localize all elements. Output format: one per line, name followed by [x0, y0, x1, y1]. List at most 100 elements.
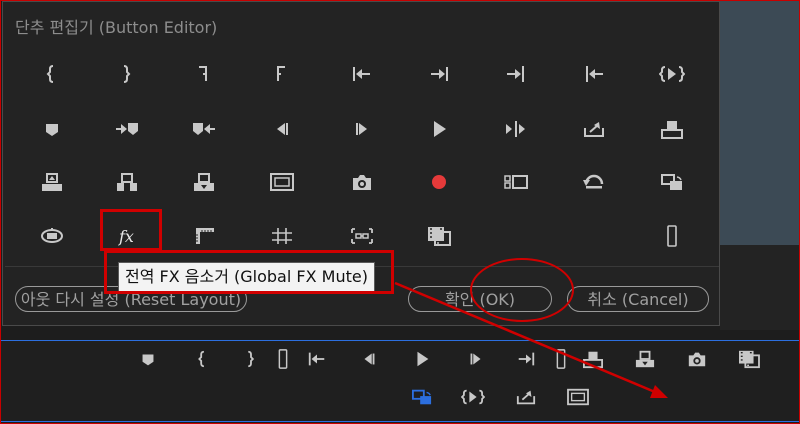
ok-button[interactable]: 확인 (OK) — [408, 286, 552, 312]
dialog-title: 단추 편집기 (Button Editor) — [15, 18, 218, 37]
editor-button-mark-in[interactable] — [32, 54, 72, 94]
editor-button-add-marker[interactable] — [32, 109, 72, 149]
go-to-out-icon — [518, 352, 535, 366]
cancel-button[interactable]: 취소 (Cancel) — [567, 286, 709, 312]
transport-button-step-forward[interactable] — [461, 345, 491, 373]
go-to-in-icon — [353, 67, 370, 81]
transport-button-export-frame-out[interactable] — [511, 383, 541, 411]
editor-button-vr-video[interactable] — [32, 216, 72, 256]
transport-button-mark-out[interactable] — [236, 345, 266, 373]
toggle-proxies-icon — [412, 389, 432, 405]
editor-button-step-back[interactable] — [262, 109, 302, 149]
editor-button-camera[interactable] — [342, 162, 382, 202]
step-forward-icon — [356, 123, 367, 135]
safe-margins-icon — [270, 173, 294, 191]
play-icon — [417, 351, 429, 367]
go-to-previous-edit-icon — [586, 66, 603, 82]
step-back-icon — [277, 123, 288, 135]
editor-button-play-around[interactable] — [496, 109, 536, 149]
editor-button-go-to-out[interactable] — [419, 54, 459, 94]
editor-button-snap-guides[interactable] — [342, 216, 382, 256]
step-forward-icon — [470, 353, 481, 365]
editor-button-go-to-previous-marker[interactable] — [184, 109, 224, 149]
export-frame-out-icon — [516, 390, 536, 405]
filmstrip-icon — [739, 350, 760, 369]
editor-button-record[interactable] — [419, 162, 459, 202]
editor-button-go-to-previous-edit[interactable] — [574, 54, 614, 94]
go-to-next-marker-icon — [116, 123, 138, 135]
transport-button-step-back[interactable] — [354, 345, 384, 373]
mark-in-icon — [198, 350, 204, 368]
insert-icon — [661, 121, 683, 139]
overwrite-icon — [635, 350, 655, 368]
editor-button-insert[interactable] — [652, 109, 692, 149]
transport-button-camera[interactable] — [682, 345, 712, 373]
editor-button-mark-out[interactable] — [107, 54, 147, 94]
extract-icon — [117, 173, 137, 191]
editor-button-go-to-in[interactable] — [342, 54, 382, 94]
export-frame-out-icon — [584, 122, 604, 137]
editor-button-spacer[interactable] — [652, 214, 692, 258]
editor-button-toggle-proxies[interactable] — [652, 162, 692, 202]
show-guides-icon — [272, 228, 292, 244]
svg-text:fx: fx — [118, 227, 134, 246]
play-in-to-out-icon — [461, 389, 485, 405]
transport-button-insert[interactable] — [578, 345, 608, 373]
multi-camera-icon — [504, 175, 528, 189]
editor-button-filmstrip[interactable] — [419, 216, 459, 256]
transport-button-filmstrip[interactable] — [734, 345, 764, 373]
transport-button-safe-margins[interactable] — [563, 383, 593, 411]
go-to-previous-marker-icon — [193, 123, 215, 135]
transport-button-go-to-out[interactable] — [511, 345, 541, 373]
step-back-icon — [364, 353, 375, 365]
editor-button-mark-clip-out[interactable] — [262, 54, 302, 94]
editor-button-go-to-next-marker[interactable] — [107, 109, 147, 149]
editor-button-show-guides[interactable] — [262, 216, 302, 256]
transport-button-spacer[interactable] — [546, 345, 576, 373]
transport-button-play-in-to-out[interactable] — [458, 383, 488, 411]
transport-button-go-to-in[interactable] — [302, 345, 332, 373]
camera-icon — [353, 175, 371, 190]
mark-out-icon — [248, 350, 255, 368]
editor-button-export-frame-out[interactable] — [574, 109, 614, 149]
transport-button-play[interactable] — [407, 345, 437, 373]
editor-button-mark-clip-in[interactable] — [184, 54, 224, 94]
editor-button-show-rulers[interactable] — [184, 216, 224, 256]
transport-button-add-marker[interactable] — [133, 345, 163, 373]
snap-guides-icon — [351, 228, 373, 244]
editor-button-lift[interactable] — [32, 162, 72, 202]
lift-icon — [42, 173, 62, 191]
editor-button-global-fx-mute[interactable]: fx — [107, 216, 147, 256]
add-marker-icon — [46, 124, 58, 136]
loop-icon — [583, 174, 604, 189]
record-icon — [432, 175, 446, 189]
editor-button-safe-margins[interactable] — [262, 162, 302, 202]
vr-video-icon — [41, 228, 63, 243]
show-rulers-icon — [196, 228, 214, 244]
spacer-icon — [278, 349, 288, 369]
spacer-icon — [667, 225, 677, 247]
filmstrip-icon — [428, 227, 451, 246]
editor-button-step-forward[interactable] — [342, 109, 382, 149]
transport-bar — [0, 340, 800, 422]
transport-button-spacer[interactable] — [268, 345, 298, 373]
editor-button-play-in-to-out[interactable] — [652, 54, 692, 94]
transport-button-overwrite[interactable] — [630, 345, 660, 373]
insert-icon — [583, 351, 603, 369]
editor-button-overwrite[interactable] — [184, 162, 224, 202]
background-strip — [720, 245, 800, 330]
editor-button-extract[interactable] — [107, 162, 147, 202]
transport-button-toggle-proxies[interactable] — [407, 383, 437, 411]
editor-button-loop[interactable] — [574, 162, 614, 202]
editor-button-play[interactable] — [419, 109, 459, 149]
add-marker-icon — [142, 354, 154, 366]
editor-button-multi-camera[interactable] — [496, 162, 536, 202]
go-to-out-icon — [431, 67, 448, 81]
play-icon — [434, 121, 446, 137]
go-to-in-icon — [308, 352, 325, 366]
camera-icon — [688, 352, 706, 367]
play-around-icon — [506, 121, 525, 137]
editor-button-go-to-next-edit[interactable] — [496, 54, 536, 94]
transport-button-mark-in[interactable] — [188, 345, 218, 373]
mark-in-icon — [46, 65, 54, 83]
